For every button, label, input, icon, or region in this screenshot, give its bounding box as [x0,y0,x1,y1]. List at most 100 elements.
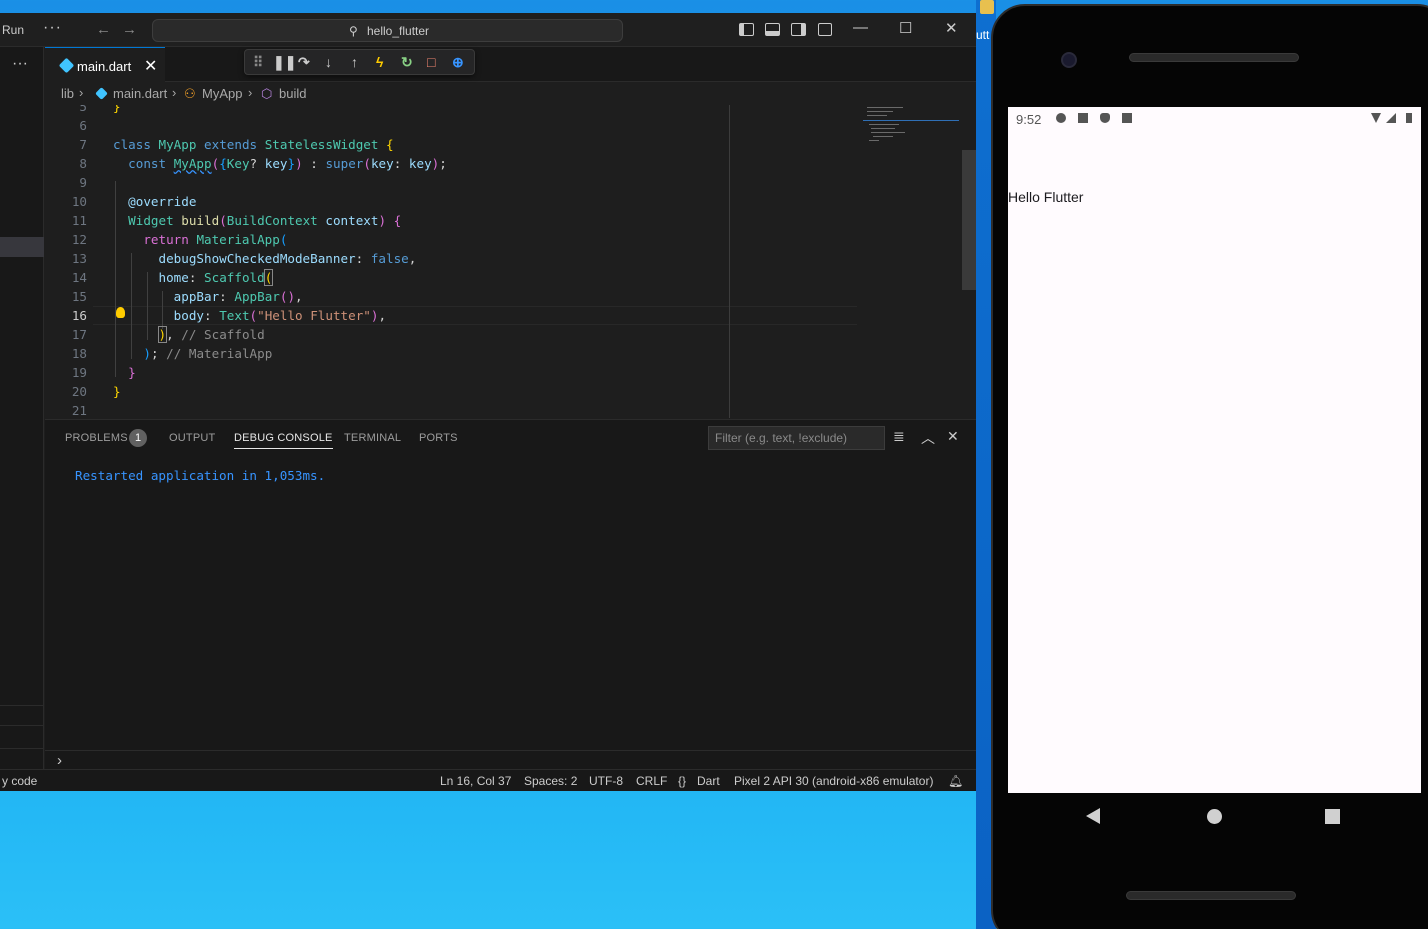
status-left-text[interactable]: y code [2,774,37,788]
home-icon[interactable] [1207,809,1222,824]
more-views-icon[interactable]: ··· [12,55,28,73]
sd-card-icon [1122,113,1132,123]
maximize-icon[interactable]: ☐ [899,19,912,37]
line-number: 9 [79,175,87,190]
ruler [729,105,730,418]
toggle-secondary-sidebar-icon[interactable] [791,23,806,36]
chevron-right-icon: › [57,752,62,769]
step-over-icon[interactable]: ↷ [298,54,310,71]
camera-icon [1061,52,1077,68]
drag-handle-icon[interactable]: ⠿ [253,54,263,71]
line-number: 7 [79,137,87,152]
problems-count-badge: 1 [129,429,147,447]
folder-icon[interactable] [980,0,994,14]
stop-icon[interactable]: □ [427,54,435,70]
line-number: 18 [71,346,87,361]
activity-item-selected[interactable] [0,237,44,257]
tab-main-dart[interactable]: main.dart ✕ [45,47,165,82]
line-number: 12 [71,232,87,247]
desktop-icon-label: utt [976,28,990,42]
restart-icon[interactable]: ↻ [401,54,413,71]
line-number: 6 [79,118,87,133]
console-repl[interactable]: › [45,750,976,770]
recents-icon[interactable] [1325,809,1340,824]
method-icon: ⬡ [261,86,273,101]
divider [0,725,44,726]
speaker-grille [1126,891,1296,900]
title-bar: Run ··· ← → ⚲ hello_flutter — ☐ ✕ [0,13,976,47]
status-device[interactable]: Pixel 2 API 30 (android-x86 emulator) [734,774,933,788]
lightbulb-icon[interactable] [116,307,125,318]
command-center-search[interactable]: ⚲ hello_flutter [152,19,623,42]
code-line: appBar: AppBar(), [173,289,303,304]
tab-output[interactable]: OUTPUT [169,432,215,444]
wifi-icon [1371,113,1381,123]
customize-layout-icon[interactable] [818,23,832,36]
close-tab-icon[interactable]: ✕ [144,56,157,76]
tab-problems[interactable]: PROBLEMS [65,432,128,444]
code-line: body: Text("Hello Flutter"), [173,308,387,323]
pause-icon[interactable]: ❚❚ [273,54,296,71]
shield-icon [1100,113,1110,123]
back-icon[interactable] [1086,808,1100,824]
close-panel-icon[interactable]: ✕ [947,428,959,445]
code-line: } [113,105,121,114]
maximize-panel-icon[interactable]: ︿ [921,428,935,448]
forward-arrow-icon[interactable]: → [122,21,137,38]
more-menu-icon[interactable]: ··· [43,19,62,37]
settings-icon [1056,113,1066,123]
tab-terminal[interactable]: TERMINAL [344,432,401,444]
vscode-window: Run ··· ← → ⚲ hello_flutter — ☐ ✕ ··· ma… [0,13,976,791]
breadcrumb-lib[interactable]: lib [61,86,74,101]
line-number: 21 [71,403,87,418]
toggle-sidebar-icon[interactable] [739,23,754,36]
clear-console-icon[interactable]: ≣ [893,428,905,445]
breadcrumb-class[interactable]: MyApp [202,86,242,101]
minimap[interactable] [863,105,963,165]
code-line: const MyApp({Key? key}) : super(key: key… [128,156,447,171]
chevron-right-icon: › [172,85,177,100]
breadcrumb-file[interactable]: main.dart [113,86,167,101]
status-eol[interactable]: CRLF [636,774,667,788]
run-menu[interactable]: Run [2,23,24,37]
back-arrow-icon[interactable]: ← [96,21,111,38]
editor-scrollbar[interactable] [962,150,976,290]
braces-icon: {} [678,774,687,788]
step-out-icon[interactable]: ↑ [351,54,358,70]
console-filter-input[interactable] [708,426,885,450]
divider [0,748,44,749]
close-window-icon[interactable]: ✕ [945,19,958,37]
status-cursor-position[interactable]: Ln 16, Col 37 [440,774,511,788]
tab-ports[interactable]: PORTS [419,432,458,444]
indent-guide [131,253,132,359]
step-into-icon[interactable]: ↓ [325,54,332,70]
line-number: 10 [71,194,87,209]
widget-inspector-icon[interactable]: ⊕ [452,54,464,71]
class-icon: ⚇ [184,86,196,101]
dart-file-icon [95,87,108,100]
line-number: 5 [79,105,87,114]
toggle-panel-icon[interactable] [765,23,780,36]
line-number: 17 [71,327,87,342]
tab-debug-console[interactable]: DEBUG CONSOLE [234,432,333,449]
status-indentation[interactable]: Spaces: 2 [524,774,577,788]
minimize-icon[interactable]: — [853,19,868,36]
console-output: Restarted application in 1,053ms. [75,468,326,483]
bottom-panel: PROBLEMS 1 OUTPUT DEBUG CONSOLE TERMINAL… [45,419,976,769]
code-line: } [113,384,121,399]
hello-flutter-text: Hello Flutter [1008,189,1084,205]
speaker-grille [1129,53,1299,62]
chevron-right-icon: › [248,85,253,100]
status-encoding[interactable]: UTF-8 [589,774,623,788]
code-line: return MaterialApp( [143,232,288,247]
notifications-bell-icon[interactable]: 🔔︎ [948,774,963,788]
battery-icon [1406,113,1412,123]
code-editor[interactable]: 5 6 7 8 9 10 11 12 13 14 15 16 17 18 19 20 21 } class My… [45,105,976,418]
hot-reload-icon[interactable]: ϟ [376,54,383,70]
line-number: 15 [71,289,87,304]
status-language[interactable]: Dart [697,774,720,788]
line-number: 19 [71,365,87,380]
phone-screen[interactable]: 9:52 Hello Flutter [1008,107,1421,793]
breadcrumb-method[interactable]: build [279,86,306,101]
code-line: debugShowCheckedModeBanner: false, [158,251,417,266]
